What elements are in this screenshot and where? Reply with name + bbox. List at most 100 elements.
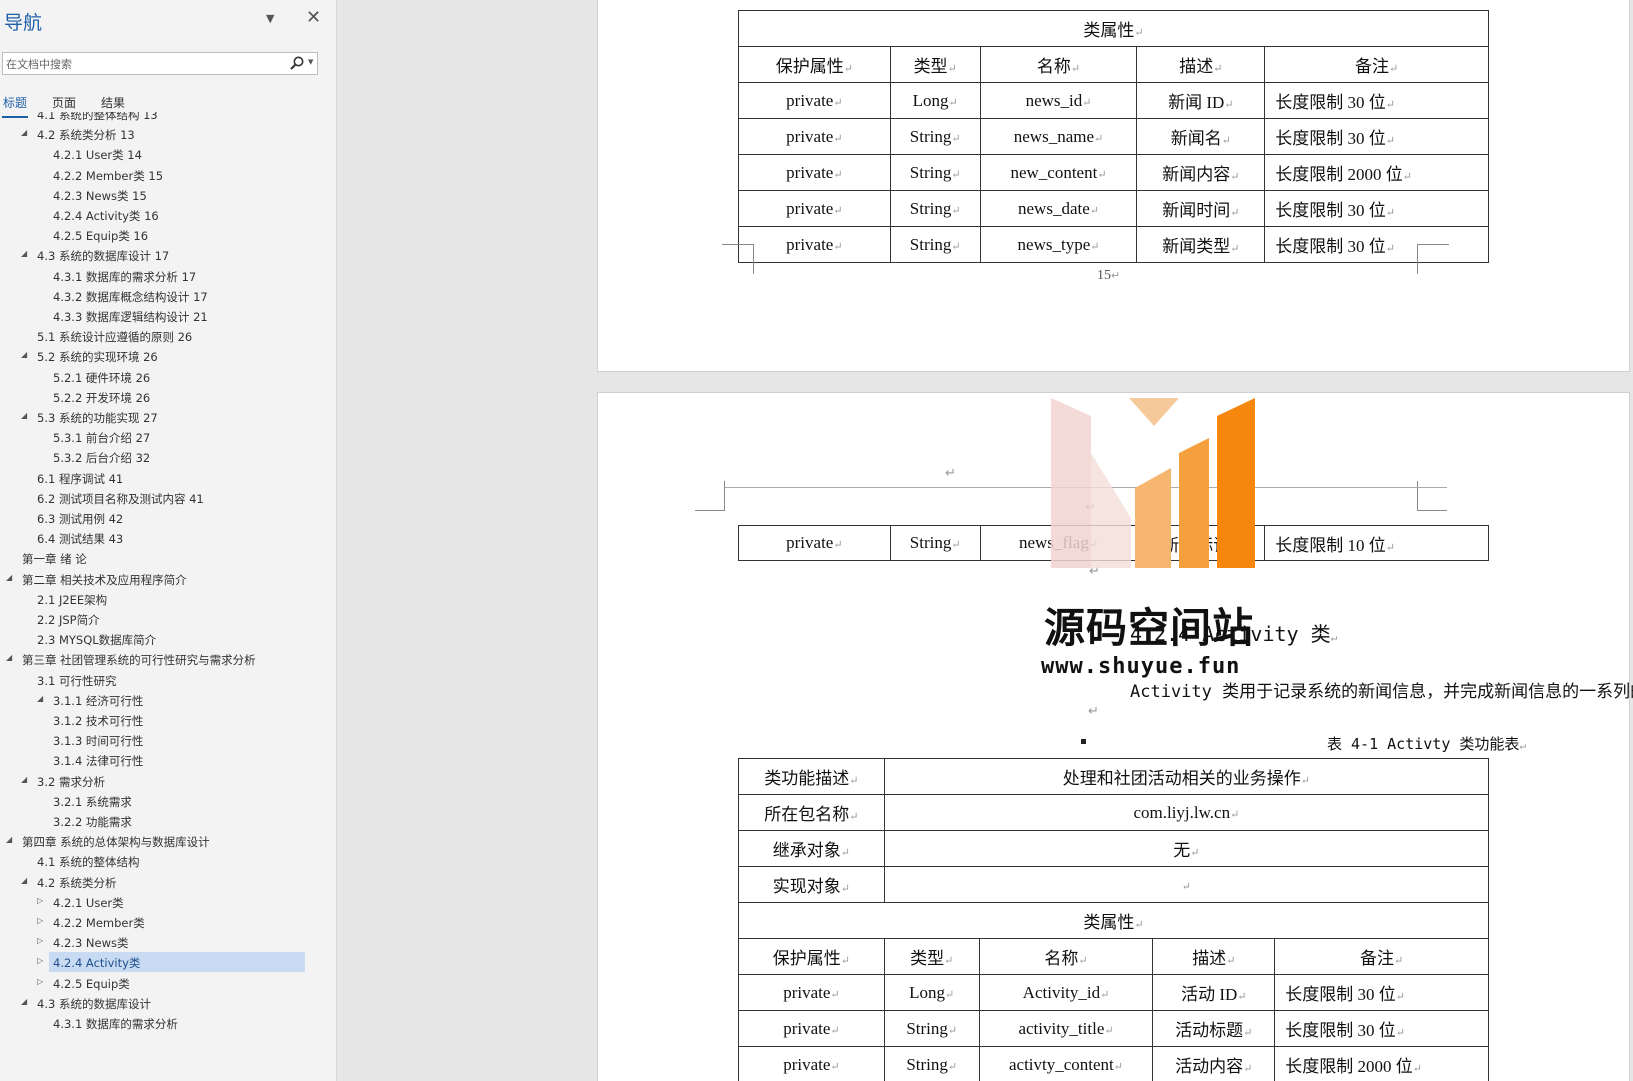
nav-tree-item[interactable]: 4.3.3 数据库逻辑结构设计 21 xyxy=(0,306,336,327)
nav-tree-item[interactable]: ◢ 3.2 需求分析 xyxy=(0,771,336,792)
tab-headings[interactable]: 标题 xyxy=(3,94,27,111)
nav-tree-item[interactable]: 6.1 程序调试 41 xyxy=(0,468,336,489)
nav-tree-item[interactable]: 4.3.1 数据库的需求分析 xyxy=(0,1013,336,1034)
nav-tree-item-label: 3.1.4 法律可行性 xyxy=(53,754,144,769)
collapsed-caret-icon[interactable]: ▷ xyxy=(37,977,43,986)
nav-tree-item[interactable]: ◢ 4.2 系统类分析 xyxy=(0,872,336,893)
nav-tree-item[interactable]: 4.1 系统的整体结构 13 xyxy=(0,112,336,125)
expanded-caret-icon[interactable]: ◢ xyxy=(21,997,27,1006)
nav-tree-item-label: 4.2.2 Member类 15 xyxy=(53,168,164,183)
nav-tree-item[interactable]: ▷ 4.2.5 Equip类 xyxy=(0,973,336,994)
nav-tree-item[interactable]: 3.2.2 功能需求 xyxy=(0,811,336,832)
expanded-caret-icon[interactable]: ◢ xyxy=(21,775,27,784)
table-cell: 无↵ xyxy=(883,830,1490,867)
cell-text: private xyxy=(783,1018,831,1038)
nav-tree-item[interactable]: 3.2.1 系统需求 xyxy=(0,791,336,812)
nav-tree-item[interactable]: ▷ 4.2.1 User类 xyxy=(0,892,336,913)
return-mark: ↵ xyxy=(1395,1027,1405,1039)
expanded-caret-icon[interactable]: ◢ xyxy=(6,653,12,662)
nav-tree-item[interactable]: ▷ 4.2.4 Activity类 xyxy=(0,952,336,973)
nav-tree-item[interactable]: 第一章 绪 论 xyxy=(0,548,336,569)
cell-text: 实现对象 xyxy=(772,877,841,896)
nav-tree-item[interactable]: 4.3.1 数据库的需求分析 17 xyxy=(0,266,336,287)
nav-tree-item[interactable]: 4.1 系统的整体结构 xyxy=(0,851,336,872)
nav-tree-item[interactable]: 4.2.1 User类 14 xyxy=(0,144,336,165)
table-cell: private↵ xyxy=(738,118,891,155)
chevron-down-icon[interactable]: ▼ xyxy=(266,12,274,25)
nav-tree-item[interactable]: ◢ 第三章 社团管理系统的可行性研究与需求分析 xyxy=(0,649,336,670)
table-cell: 新闻类型↵ xyxy=(1136,226,1266,263)
nav-tree-item[interactable]: 4.3.2 数据库概念结构设计 17 xyxy=(0,286,336,307)
nav-tree-item[interactable]: 4.2.5 Equip类 16 xyxy=(0,225,336,246)
nav-search-box[interactable]: ▼ xyxy=(2,52,318,75)
close-icon[interactable]: ✕ xyxy=(306,7,321,28)
nav-tree-item[interactable]: ▷ 4.2.2 Member类 xyxy=(0,912,336,933)
nav-tree-item[interactable]: 6.4 测试结果 43 xyxy=(0,528,336,549)
search-icon[interactable] xyxy=(289,55,305,71)
cell-text: 长度限制 30 位 xyxy=(1275,201,1386,220)
nav-tree-item[interactable]: ◢ 4.2 系统类分析 13 xyxy=(0,124,336,145)
search-options-caret-icon[interactable]: ▼ xyxy=(308,58,313,66)
collapsed-caret-icon[interactable]: ▷ xyxy=(37,936,43,945)
nav-tree-item[interactable]: 3.1.4 法律可行性 xyxy=(0,750,336,771)
expanded-caret-icon[interactable]: ◢ xyxy=(21,876,27,885)
collapsed-caret-icon[interactable]: ▷ xyxy=(37,956,43,965)
table-cell: 长度限制 2000 位↵ xyxy=(1264,154,1489,191)
expanded-caret-icon[interactable]: ◢ xyxy=(6,573,12,582)
nav-tree-item[interactable]: 5.2.2 开发环境 26 xyxy=(0,387,336,408)
nav-tree-item[interactable]: ◢ 5.2 系统的实现环境 26 xyxy=(0,346,336,367)
nav-tree-item[interactable]: 2.3 MYSQL数据库简介 xyxy=(0,629,336,650)
expanded-caret-icon[interactable]: ◢ xyxy=(21,128,27,137)
expanded-caret-icon[interactable]: ◢ xyxy=(6,835,12,844)
cell-text: 活动标题 xyxy=(1175,1021,1244,1040)
document-canvas[interactable]: 类属性↵ 保护属性↵ 类型↵ 名称↵ 描述↵ 备注↵ private↵ Long↵… xyxy=(337,0,1633,1081)
nav-tree-item[interactable]: 3.1 可行性研究 xyxy=(0,670,336,691)
return-mark: ↵ xyxy=(1082,96,1092,109)
collapsed-caret-icon[interactable]: ▷ xyxy=(37,916,43,925)
nav-tree-item[interactable]: 4.2.3 News类 15 xyxy=(0,185,336,206)
return-mark: ↵ xyxy=(830,1060,840,1073)
nav-tree-item[interactable]: 5.2.1 硬件环境 26 xyxy=(0,367,336,388)
return-mark: ↵ xyxy=(947,1024,958,1037)
table-header-text: 描述 xyxy=(1192,949,1227,968)
caption-text: 表 4-1 Activty 类功能表 xyxy=(1327,735,1520,753)
nav-tree-item[interactable]: 2.2 JSP简介 xyxy=(0,609,336,630)
nav-tree-item[interactable]: 5.3.1 前台介绍 27 xyxy=(0,427,336,448)
expanded-caret-icon[interactable]: ◢ xyxy=(21,411,27,420)
nav-tree-item[interactable]: ◢ 第四章 系统的总体架构与数据库设计 xyxy=(0,831,336,852)
nav-tree-item[interactable]: 6.2 测试项目名称及测试内容 41 xyxy=(0,488,336,509)
return-mark: ↵ xyxy=(830,1024,840,1037)
nav-tree-item[interactable]: 4.2.4 Activity类 16 xyxy=(0,205,336,226)
tab-pages[interactable]: 页面 xyxy=(52,94,76,111)
nav-tree-item[interactable]: ◢ 第二章 相关技术及应用程序简介 xyxy=(0,569,336,590)
table-cell: activity_title↵ xyxy=(978,1010,1154,1047)
expanded-caret-icon[interactable]: ◢ xyxy=(21,249,27,258)
nav-tree-item[interactable]: 3.1.3 时间可行性 xyxy=(0,730,336,751)
nav-tree-item[interactable]: 5.1 系统设计应遵循的原则 26 xyxy=(0,326,336,347)
nav-tree-item[interactable]: 3.1.2 技术可行性 xyxy=(0,710,336,731)
expanded-caret-icon[interactable]: ◢ xyxy=(21,350,27,359)
watermark-logo xyxy=(1051,398,1255,568)
search-input[interactable] xyxy=(6,56,286,72)
nav-tree-item[interactable]: 5.3.2 后台介绍 32 xyxy=(0,447,336,468)
cell-text: String xyxy=(909,126,952,146)
nav-tree-item[interactable]: ▷ 4.2.3 News类 xyxy=(0,932,336,953)
nav-tree-item-label: 4.2.5 Equip类 16 xyxy=(53,229,149,244)
cell-text: private xyxy=(783,982,831,1002)
table-cell: 类属性↵ xyxy=(738,902,1489,939)
nav-tree-item[interactable]: ◢ 5.3 系统的功能实现 27 xyxy=(0,407,336,428)
nav-tree-item-label: 4.2.3 News类 15 xyxy=(53,188,147,203)
return-mark: ↵ xyxy=(1134,919,1144,931)
nav-tree-item[interactable]: ◢ 4.3 系统的数据库设计 17 xyxy=(0,245,336,266)
table-row: private↵ String↵ new_content↵ 新闻内容↵ 长度限制 200… xyxy=(738,154,1489,191)
nav-tree-item[interactable]: ◢ 3.1.1 经济可行性 xyxy=(0,690,336,711)
collapsed-caret-icon[interactable]: ▷ xyxy=(37,896,43,905)
nav-tree-item[interactable]: 2.1 J2EE架构 xyxy=(0,589,336,610)
nav-tree-item[interactable]: 6.3 测试用例 42 xyxy=(0,508,336,529)
expanded-caret-icon[interactable]: ◢ xyxy=(37,694,43,703)
nav-tree-item[interactable]: 4.2.2 Member类 15 xyxy=(0,165,336,186)
return-mark: ↵ xyxy=(833,168,843,181)
nav-tree-item[interactable]: ◢ 4.3 系统的数据库设计 xyxy=(0,993,336,1014)
tab-results[interactable]: 结果 xyxy=(101,94,125,111)
table-row: private↵ String↵ news_date↵ 新闻时间↵ 长度限制 30 位↵ xyxy=(738,190,1489,227)
